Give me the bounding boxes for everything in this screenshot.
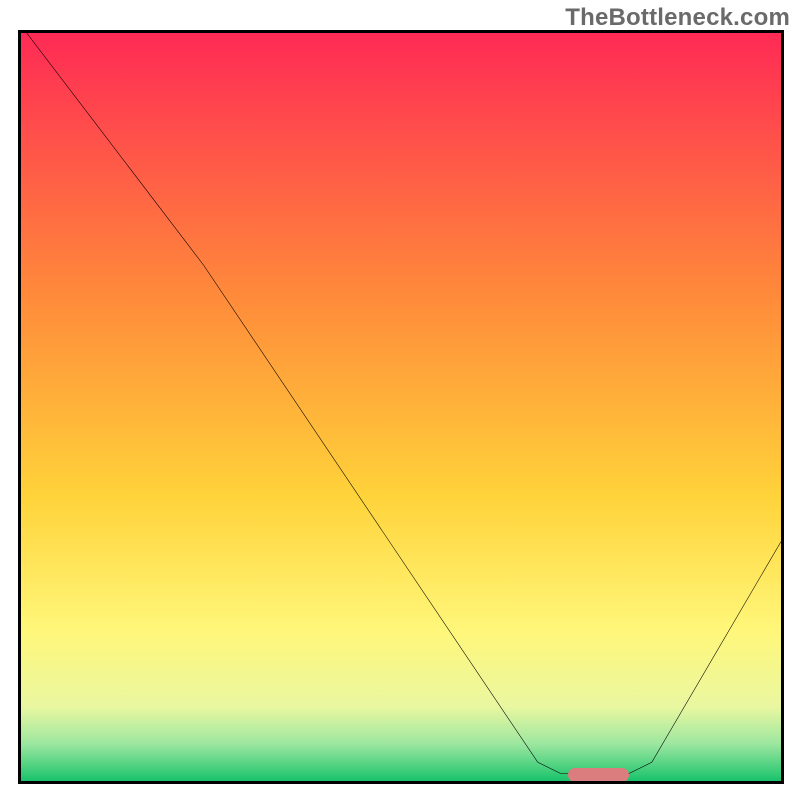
chart-marker-pill [568,768,629,782]
watermark-text: TheBottleneck.com [565,4,790,32]
chart-line-curve [21,33,781,781]
chart-plot-area [18,30,784,784]
